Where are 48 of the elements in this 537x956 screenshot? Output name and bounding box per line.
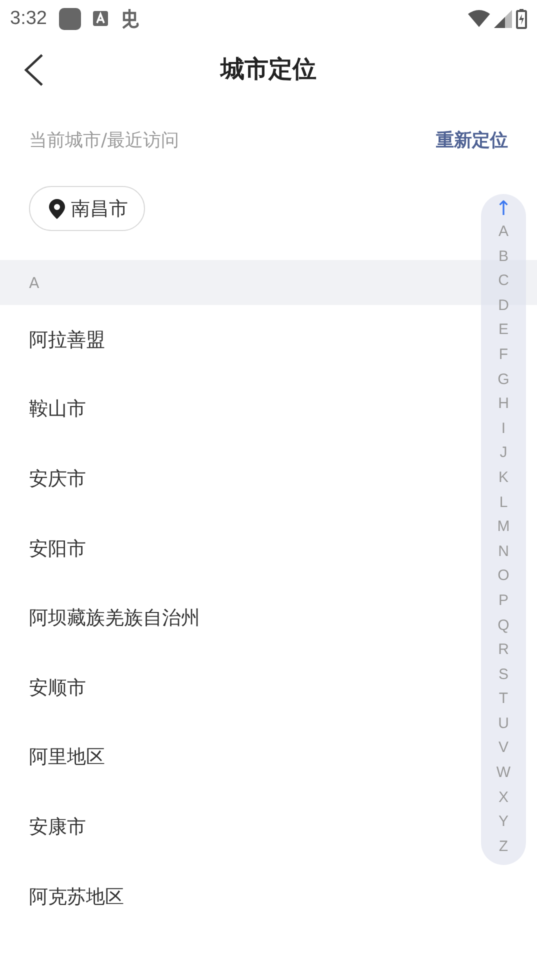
page-title: 城市定位: [220, 54, 316, 84]
index-letter[interactable]: U: [498, 712, 509, 736]
city-item[interactable]: 阿拉善盟: [29, 326, 105, 353]
status-time: 3:32: [10, 8, 47, 30]
index-letter[interactable]: N: [498, 540, 509, 564]
app-icon: [120, 8, 142, 30]
location-pin-icon: [48, 198, 66, 218]
index-letter[interactable]: M: [497, 515, 510, 540]
city-item[interactable]: 鞍山市: [29, 396, 86, 422]
index-letter[interactable]: V: [498, 736, 508, 762]
index-letter[interactable]: Z: [498, 834, 508, 860]
index-letter[interactable]: T: [498, 687, 508, 712]
index-letter[interactable]: Y: [498, 810, 508, 835]
relocate-link[interactable]: 重新定位: [436, 128, 508, 152]
index-letter[interactable]: D: [498, 294, 509, 318]
index-letter[interactable]: W: [496, 761, 511, 786]
city-item[interactable]: 安庆市: [29, 466, 86, 492]
city-item[interactable]: 安阳市: [29, 536, 86, 562]
index-letter[interactable]: C: [498, 269, 509, 294]
city-item[interactable]: 安顺市: [29, 674, 86, 701]
index-letter[interactable]: H: [498, 392, 509, 417]
city-item[interactable]: 阿克苏地区: [29, 884, 124, 910]
index-top[interactable]: ↑: [495, 196, 512, 220]
index-letter[interactable]: E: [498, 318, 508, 343]
index-letter[interactable]: K: [498, 466, 508, 491]
wifi-icon: [468, 10, 490, 27]
index-letter[interactable]: X: [498, 786, 508, 810]
index-letter[interactable]: A: [498, 220, 508, 245]
app-icon: [58, 8, 81, 30]
index-letter[interactable]: O: [498, 564, 510, 589]
city-item[interactable]: 阿里地区: [29, 744, 105, 770]
index-letter[interactable]: I: [501, 416, 506, 442]
index-letter[interactable]: B: [498, 244, 508, 270]
index-letter[interactable]: Q: [498, 614, 510, 638]
index-letter[interactable]: L: [499, 490, 508, 516]
section-label: 当前城市/最近访问: [29, 129, 180, 152]
index-letter[interactable]: F: [498, 342, 508, 368]
index-letter[interactable]: S: [498, 662, 508, 688]
city-chip[interactable]: 南昌市: [29, 186, 145, 231]
signal-icon: [494, 10, 512, 28]
index-letter[interactable]: G: [498, 368, 510, 392]
battery-icon: [516, 8, 527, 28]
index-letter[interactable]: P: [498, 588, 508, 614]
app-icon: [92, 11, 108, 26]
city-item[interactable]: 阿坝藏族羌族自治州: [29, 605, 200, 632]
index-letter[interactable]: J: [500, 441, 508, 466]
index-letter[interactable]: R: [498, 638, 509, 663]
city-item[interactable]: 安康市: [29, 814, 86, 840]
